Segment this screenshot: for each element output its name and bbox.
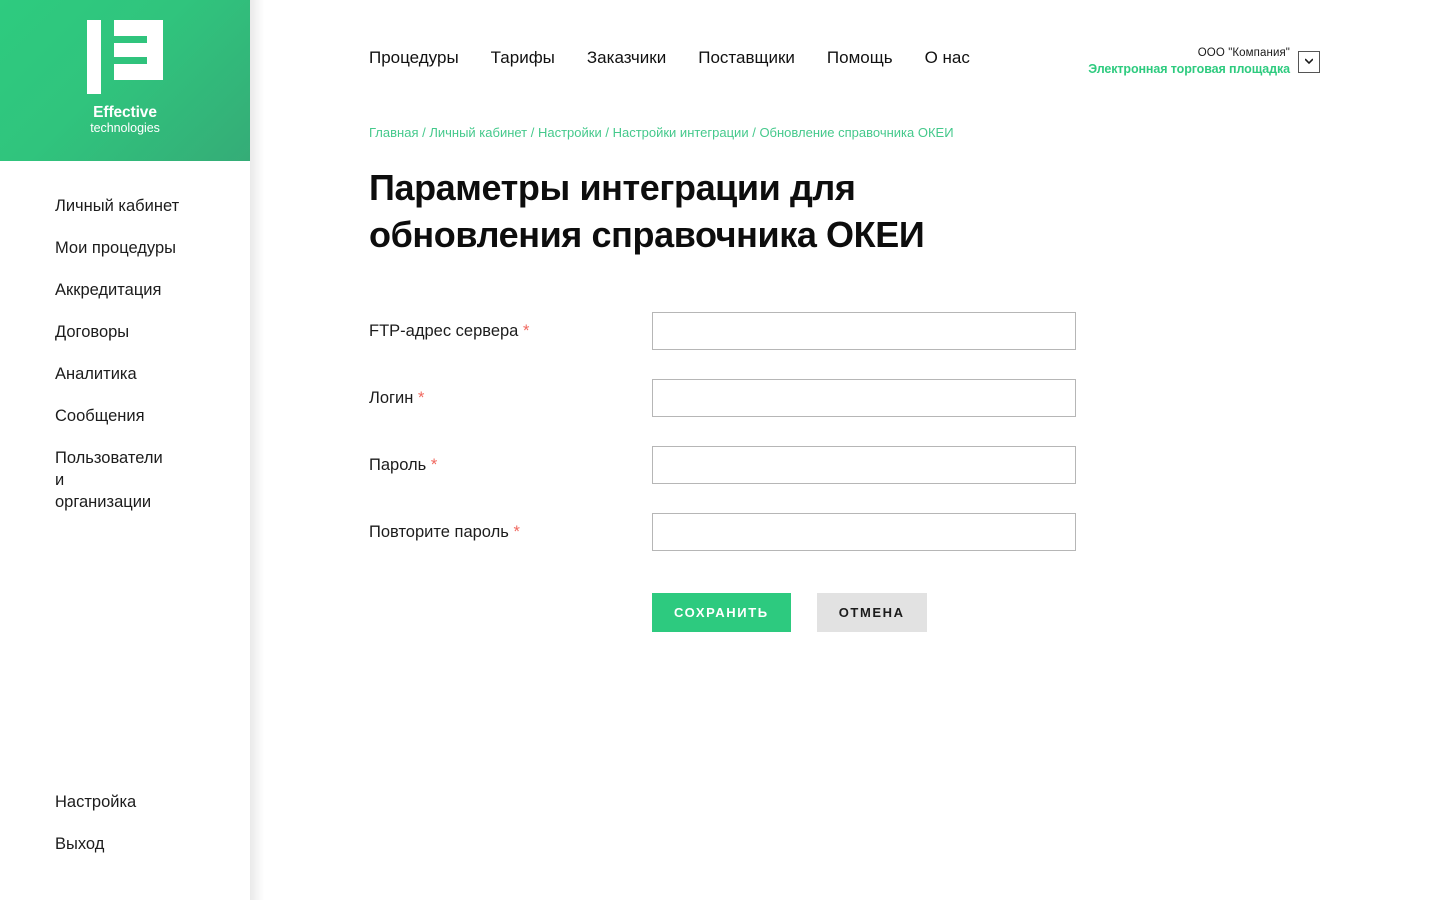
form-row-password-repeat: Повторите пароль *	[369, 512, 1329, 551]
sidebar-item-personal-account[interactable]: Личный кабинет	[0, 186, 250, 228]
brand-logo-block[interactable]: Effective technologies	[0, 0, 250, 161]
chevron-down-icon[interactable]	[1298, 50, 1320, 73]
account-role-label: Электронная торговая площадка	[1088, 61, 1290, 76]
main-navigation: Процедуры Тарифы Заказчики Поставщики По…	[369, 48, 970, 68]
sidebar-nav: Личный кабинет Мои процедуры Аккредитаци…	[0, 186, 250, 523]
top-header: Процедуры Тарифы Заказчики Поставщики По…	[250, 0, 1440, 110]
account-company-name: ООО "Компания"	[1197, 47, 1290, 59]
input-password-repeat[interactable]	[652, 512, 1076, 551]
cancel-button[interactable]: ОТМЕНА	[816, 592, 927, 632]
integration-settings-form: FTP-адрес сервера * Логин * Пароль * Пов…	[369, 311, 1329, 632]
sidebar-item-settings[interactable]: Настройка	[0, 782, 250, 824]
save-button[interactable]: СОХРАНИТЬ	[652, 592, 791, 632]
label-text-password: Пароль	[369, 455, 427, 474]
breadcrumb-item-integration-settings[interactable]: Настройки интеграции	[613, 125, 749, 140]
account-switcher[interactable]: ООО "Компания" Электронная торговая площ…	[1088, 46, 1320, 77]
effective-technologies-logo-icon	[85, 19, 165, 97]
sidebar-item-contracts[interactable]: Договоры	[0, 312, 250, 354]
input-password[interactable]	[652, 445, 1076, 484]
page-title: Параметры интеграции для обновления спра…	[369, 167, 925, 255]
form-actions: СОХРАНИТЬ ОТМЕНА	[652, 592, 1329, 632]
brand-name-primary: Effective	[93, 104, 157, 121]
form-row-ftp-server-address: FTP-адрес сервера *	[369, 311, 1329, 350]
label-text-password-repeat: Повторите пароль	[369, 522, 509, 541]
label-password-repeat: Повторите пароль *	[369, 513, 652, 542]
sidebar: Effective technologies Личный кабинет Мо…	[0, 0, 250, 900]
sidebar-item-my-procedures[interactable]: Мои процедуры	[0, 228, 250, 270]
label-password: Пароль *	[369, 446, 652, 475]
breadcrumb-separator: /	[748, 125, 760, 140]
sidebar-item-logout[interactable]: Выход	[0, 824, 250, 866]
breadcrumb-separator: /	[527, 125, 538, 140]
input-login[interactable]	[652, 378, 1076, 417]
breadcrumb-item-current: Обновление справочника ОКЕИ	[759, 125, 954, 140]
brand-wordmark: Effective technologies	[90, 104, 160, 135]
sidebar-edge-shadow	[250, 0, 264, 900]
required-marker: *	[430, 455, 438, 474]
nav-item-about[interactable]: О нас	[925, 48, 970, 68]
nav-item-customers[interactable]: Заказчики	[587, 48, 666, 68]
sidebar-item-messages[interactable]: Сообщения	[0, 396, 250, 438]
sidebar-item-users-and-organizations[interactable]: Пользователи и организации	[0, 438, 163, 524]
sidebar-item-accreditation[interactable]: Аккредитация	[0, 270, 250, 312]
breadcrumb-item-personal-account[interactable]: Личный кабинет	[429, 125, 527, 140]
breadcrumb-item-home[interactable]: Главная	[369, 125, 418, 140]
required-marker: *	[417, 388, 425, 407]
nav-item-procedures[interactable]: Процедуры	[369, 48, 459, 68]
label-ftp-server-address: FTP-адрес сервера *	[369, 312, 652, 341]
brand-name-secondary: technologies	[90, 120, 160, 135]
input-ftp-server-address[interactable]	[652, 311, 1076, 350]
account-info: ООО "Компания" Электронная торговая площ…	[1088, 46, 1290, 77]
breadcrumb-separator: /	[418, 125, 430, 140]
sidebar-item-analytics[interactable]: Аналитика	[0, 354, 250, 396]
breadcrumb: Главная / Личный кабинет / Настройки / Н…	[369, 124, 1329, 142]
form-row-password: Пароль *	[369, 445, 1329, 484]
nav-item-tariffs[interactable]: Тарифы	[491, 48, 555, 68]
label-login: Логин *	[369, 379, 652, 408]
form-row-login: Логин *	[369, 378, 1329, 417]
breadcrumb-separator: /	[601, 125, 613, 140]
main-content: Главная / Личный кабинет / Настройки / Н…	[369, 124, 1329, 632]
sidebar-nav-bottom: Настройка Выход	[0, 782, 250, 866]
required-marker: *	[522, 321, 530, 340]
breadcrumb-item-settings[interactable]: Настройки	[538, 125, 602, 140]
required-marker: *	[513, 522, 520, 541]
nav-item-help[interactable]: Помощь	[827, 48, 893, 68]
label-text-login: Логин	[369, 388, 414, 407]
label-text-ftp-server-address: FTP-адрес сервера	[369, 321, 519, 340]
page-root: Effective technologies Личный кабинет Мо…	[0, 0, 1440, 900]
nav-item-suppliers[interactable]: Поставщики	[698, 48, 795, 68]
